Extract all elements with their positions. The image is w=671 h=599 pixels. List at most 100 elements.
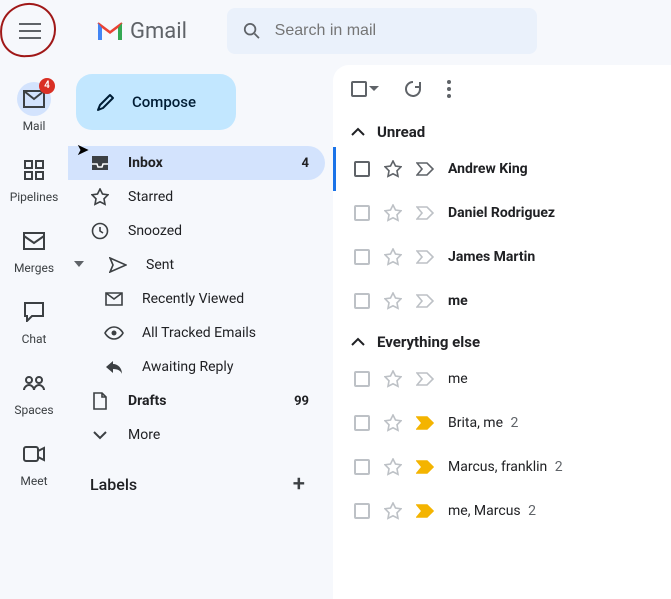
search-input[interactable] [275, 22, 521, 40]
section-title: Everything else [377, 333, 480, 351]
row-checkbox[interactable] [354, 459, 370, 475]
rail-label: Pipelines [10, 190, 59, 204]
sidebar-item-sent[interactable]: Sent [68, 248, 325, 282]
more-icon[interactable] [447, 80, 451, 98]
sender: me [448, 371, 653, 387]
important-icon[interactable] [416, 206, 434, 220]
sender: me [448, 293, 653, 309]
important-icon[interactable] [416, 504, 434, 518]
star-icon[interactable] [384, 160, 402, 178]
sidebar-item-tracked-emails[interactable]: All Tracked Emails [68, 316, 325, 350]
pencil-icon [96, 92, 116, 112]
nav-sidebar: Compose ➤ Inbox4StarredSnoozedSentRecent… [68, 62, 333, 599]
meet-icon [17, 437, 51, 471]
rail-item-mail[interactable]: 4Mail [0, 76, 68, 139]
hamburger-icon [19, 23, 41, 39]
caret-down-icon [369, 86, 379, 92]
mail-row[interactable]: Daniel Rodriguez [333, 191, 671, 235]
star-icon[interactable] [384, 414, 402, 432]
sidebar-item-awaiting-reply[interactable]: Awaiting Reply [68, 350, 325, 384]
mail-row[interactable]: James Martin [333, 235, 671, 279]
important-icon[interactable] [416, 460, 434, 474]
sidebar-item-label: Awaiting Reply [142, 359, 233, 375]
sender: Marcus, franklin 2 [448, 459, 653, 475]
star-icon[interactable] [384, 370, 402, 388]
sender: me, Marcus 2 [448, 503, 653, 519]
sidebar-item-label: Recently Viewed [142, 291, 244, 307]
sidebar-item-label: Starred [128, 189, 173, 205]
main-menu-button[interactable] [8, 9, 52, 53]
star-icon[interactable] [384, 248, 402, 266]
star-icon[interactable] [384, 204, 402, 222]
section-header[interactable]: Everything else [333, 323, 671, 357]
thread-count: 2 [525, 503, 536, 519]
item-count: 4 [302, 156, 309, 171]
rail-label: Merges [14, 261, 54, 275]
row-checkbox[interactable] [354, 415, 370, 431]
star-icon[interactable] [384, 292, 402, 310]
star-icon[interactable] [384, 458, 402, 476]
row-checkbox[interactable] [354, 249, 370, 265]
important-icon[interactable] [416, 250, 434, 264]
sidebar-item-label: Sent [146, 257, 174, 273]
rail-item-meet[interactable]: Meet [0, 431, 68, 494]
rail-label: Meet [20, 474, 47, 488]
sender: James Martin [448, 249, 653, 265]
thread-count: 2 [551, 459, 562, 475]
awaiting-reply-icon [104, 360, 124, 374]
sidebar-item-label: Inbox [128, 155, 163, 171]
mail-toolbar [333, 65, 671, 113]
select-all-button[interactable] [351, 81, 379, 97]
mail-row[interactable]: me [333, 279, 671, 323]
section-header[interactable]: Unread [333, 113, 671, 147]
thread-count: 2 [507, 415, 518, 431]
rail-item-chat[interactable]: Chat [0, 289, 68, 352]
rail-item-pipelines[interactable]: Pipelines [0, 147, 68, 210]
app-rail: 4Mail Pipelines Merges Chat Spaces Meet [0, 62, 68, 599]
compose-button[interactable]: Compose [76, 74, 236, 130]
mail-row[interactable]: Marcus, franklin 2 [333, 445, 671, 489]
mail-row[interactable]: me [333, 357, 671, 401]
important-icon[interactable] [416, 162, 434, 176]
sidebar-item-snoozed[interactable]: Snoozed [68, 214, 325, 248]
gmail-logo[interactable]: Gmail [96, 19, 187, 44]
drafts-icon [90, 392, 110, 410]
more-icon [90, 430, 110, 440]
row-checkbox[interactable] [354, 205, 370, 221]
mail-row[interactable]: me, Marcus 2 [333, 489, 671, 533]
mail-row[interactable]: Brita, me 2 [333, 401, 671, 445]
rail-item-spaces[interactable]: Spaces [0, 360, 68, 423]
sidebar-item-label: All Tracked Emails [142, 325, 256, 341]
rail-item-merges[interactable]: Merges [0, 218, 68, 281]
app-name: Gmail [130, 19, 187, 44]
sidebar-item-inbox[interactable]: Inbox 4 [68, 146, 325, 180]
merges-icon [17, 224, 51, 258]
item-count: 99 [294, 394, 309, 409]
search-icon [243, 21, 261, 41]
inbox-icon [90, 155, 110, 171]
sidebar-item-drafts[interactable]: Drafts99 [68, 384, 325, 418]
row-checkbox[interactable] [354, 161, 370, 177]
refresh-icon[interactable] [403, 79, 423, 99]
rail-label: Chat [22, 332, 47, 346]
recently-viewed-icon [104, 292, 124, 306]
important-icon[interactable] [416, 294, 434, 308]
search-bar[interactable] [227, 8, 537, 54]
rail-label: Mail [23, 119, 46, 133]
sidebar-item-starred[interactable]: Starred [68, 180, 325, 214]
star-icon[interactable] [384, 502, 402, 520]
row-checkbox[interactable] [354, 503, 370, 519]
sender: Andrew King [448, 161, 653, 177]
row-checkbox[interactable] [354, 293, 370, 309]
important-icon[interactable] [416, 416, 434, 430]
mail-list-panel: Unread Andrew King Daniel Rodriguez James M… [333, 65, 671, 599]
add-label-button[interactable]: + [293, 472, 305, 497]
sidebar-item-recently-viewed[interactable]: Recently Viewed [68, 282, 325, 316]
important-icon[interactable] [416, 372, 434, 386]
mail-row[interactable]: Andrew King [333, 147, 671, 191]
sidebar-item-more[interactable]: More [68, 418, 325, 452]
chevron-up-icon [351, 337, 365, 347]
row-checkbox[interactable] [354, 371, 370, 387]
gmail-icon [96, 21, 124, 42]
sent-icon [108, 257, 128, 273]
